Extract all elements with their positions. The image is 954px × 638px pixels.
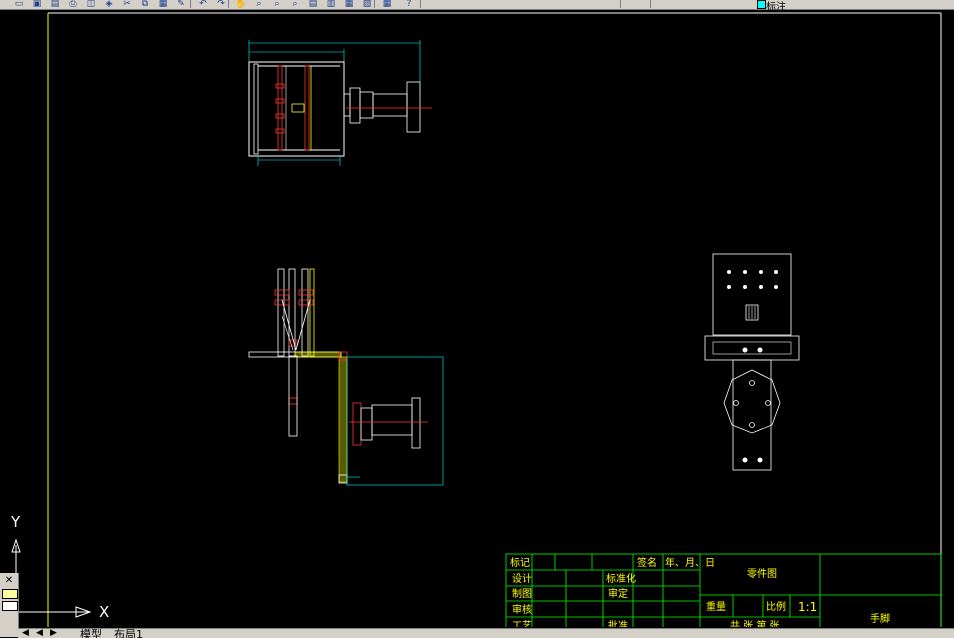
ucs-x-label: X xyxy=(99,603,109,621)
properties-icon[interactable]: ▤ xyxy=(306,0,320,8)
match-properties-icon[interactable]: ✎ xyxy=(174,0,188,8)
toolbar-separator xyxy=(228,0,229,8)
pan-icon[interactable]: ✋ xyxy=(234,0,248,8)
palette-tab-icon[interactable] xyxy=(2,589,18,599)
toolbar-separator xyxy=(190,0,191,8)
tb-designer: 手脚 xyxy=(870,612,890,625)
tb-sheji: 设计 xyxy=(512,572,532,585)
tool-palettes-icon[interactable]: ▦ xyxy=(342,0,356,8)
undo-icon[interactable]: ↶ xyxy=(196,0,210,8)
drawing-canvas[interactable]: Y X 标记 签名 年、月、日 设计 标准化 制图 审定 审核 工艺 批准 零件… xyxy=(0,10,954,627)
tool-palette-strip: ✕ xyxy=(0,573,19,637)
preview-icon[interactable]: ◫ xyxy=(84,0,98,8)
help-icon[interactable]: ? xyxy=(402,0,416,8)
ucs-icon: Y X xyxy=(10,513,109,621)
toolbar-separator xyxy=(650,0,651,8)
zoom-previous-icon[interactable]: ⌕ xyxy=(288,0,302,8)
tb-nianyueri: 年、月、日 xyxy=(665,556,715,569)
tb-pizhun: 批准 xyxy=(608,619,628,627)
publish-icon[interactable]: ◈ xyxy=(102,0,116,8)
zoom-window-icon[interactable]: ⌕ xyxy=(270,0,284,8)
tb-biaozhunhua: 标准化 xyxy=(606,572,636,585)
markup-icon[interactable]: ▧ xyxy=(360,0,374,8)
tb-qianming: 签名 xyxy=(637,556,657,569)
paste-icon[interactable]: ▦ xyxy=(156,0,170,8)
save-icon[interactable]: ▤ xyxy=(48,0,62,8)
copy-icon[interactable]: ⧉ xyxy=(138,0,152,8)
plot-icon[interactable]: ⎙ xyxy=(66,0,80,8)
tb-sheet: 共 张 第 张 xyxy=(730,619,780,627)
tb-zhongliang: 重量 xyxy=(706,600,726,613)
tb-bili: 比例 xyxy=(766,600,786,613)
zoom-realtime-icon[interactable]: ⌕ xyxy=(252,0,266,8)
tb-scale: 1:1 xyxy=(798,600,817,614)
layer-color-swatch xyxy=(757,0,766,9)
toolbar-separator xyxy=(420,0,421,8)
palette-tab-2-icon[interactable] xyxy=(2,601,18,611)
tb-shenhe: 审核 xyxy=(512,603,532,616)
design-center-icon[interactable]: ▥ xyxy=(324,0,338,8)
top-view-drawing xyxy=(248,40,432,166)
front-view-drawing xyxy=(248,268,444,486)
tb-zhitu: 制图 xyxy=(512,587,532,600)
tb-biaoji: 标记 xyxy=(510,557,530,569)
tb-gongyi: 工艺 xyxy=(512,620,532,627)
open-icon[interactable]: ▣ xyxy=(30,0,44,8)
toolbar-separator xyxy=(374,0,375,8)
ucs-y-label: Y xyxy=(10,513,21,531)
tb-drawing-title: 零件图 xyxy=(747,568,777,580)
toolbar-separator xyxy=(620,0,621,8)
calculator-icon[interactable]: ▦ xyxy=(380,0,394,8)
cut-icon[interactable]: ✂ xyxy=(120,0,134,8)
redo-icon[interactable]: ↷ xyxy=(214,0,228,8)
standard-toolbar: ▭ ▣ ▤ ⎙ ◫ ◈ ✂ ⧉ ▦ ✎ ↶ ↷ ✋ ⌕ ⌕ ⌕ ▤ ▥ ▦ ▧ ▦? xyxy=(0,0,954,10)
side-view-drawing xyxy=(704,253,800,471)
tb-shending: 审定 xyxy=(608,587,628,600)
new-icon[interactable]: ▭ xyxy=(12,0,26,8)
close-palette-icon[interactable]: ✕ xyxy=(2,575,16,587)
